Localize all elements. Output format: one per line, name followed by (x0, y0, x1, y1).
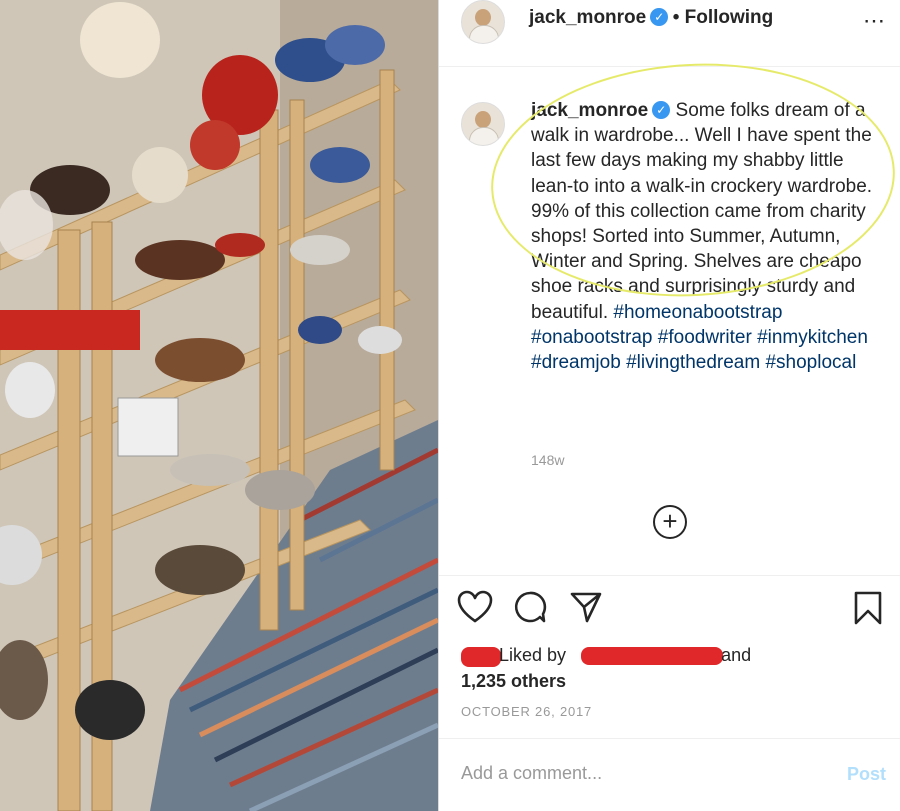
hashtag-link[interactable]: #livingthedream (626, 352, 760, 373)
post-date[interactable]: OCTOBER 26, 2017 (461, 704, 592, 719)
relative-timestamp[interactable]: 148w (531, 452, 564, 468)
verified-badge-icon: ✓ (650, 8, 669, 26)
heart-icon[interactable] (457, 590, 493, 624)
hashtag-link[interactable]: #inmykitchen (757, 327, 868, 348)
share-icon[interactable] (569, 590, 603, 624)
hashtag-link[interactable]: #foodwriter (658, 327, 752, 348)
header-user-line: jack_monroe ✓ • Following (529, 7, 773, 29)
more-options-icon[interactable]: ⋯ (863, 8, 886, 34)
actions-divider (439, 575, 900, 576)
liked-by-and: and (721, 645, 752, 665)
comment-icon[interactable] (513, 590, 547, 624)
hashtag-link[interactable]: #homeonabootstrap (613, 302, 782, 323)
likes-summary: Liked by and 1,235 others (461, 642, 751, 694)
post-header: jack_monroe ✓ • Following ⋯ (439, 0, 900, 67)
header-username[interactable]: jack_monroe (529, 7, 646, 28)
hashtag-link[interactable]: #dreamjob (531, 352, 621, 373)
header-avatar[interactable] (461, 0, 505, 44)
post-detail-panel: jack_monroe ✓ • Following ⋯ jack_monroe ✓ … (439, 0, 900, 811)
comment-input[interactable]: Add a comment... (461, 763, 602, 784)
hashtag-link[interactable]: #onabootstrap (531, 327, 653, 348)
caption-avatar[interactable] (461, 102, 505, 146)
post-photo[interactable] (0, 0, 438, 811)
crockery-shelves-illustration (0, 0, 438, 811)
others-count-link[interactable]: 1,235 others (461, 671, 566, 691)
bookmark-icon[interactable] (853, 590, 883, 626)
post-comment-button[interactable]: Post (847, 764, 886, 785)
plus-circle-icon[interactable]: + (653, 505, 687, 539)
follow-status-button[interactable]: • Following (673, 7, 774, 28)
comment-divider (439, 738, 900, 739)
hashtag-link[interactable]: #shoplocal (765, 352, 856, 373)
liked-by-label: Liked by (499, 645, 567, 665)
